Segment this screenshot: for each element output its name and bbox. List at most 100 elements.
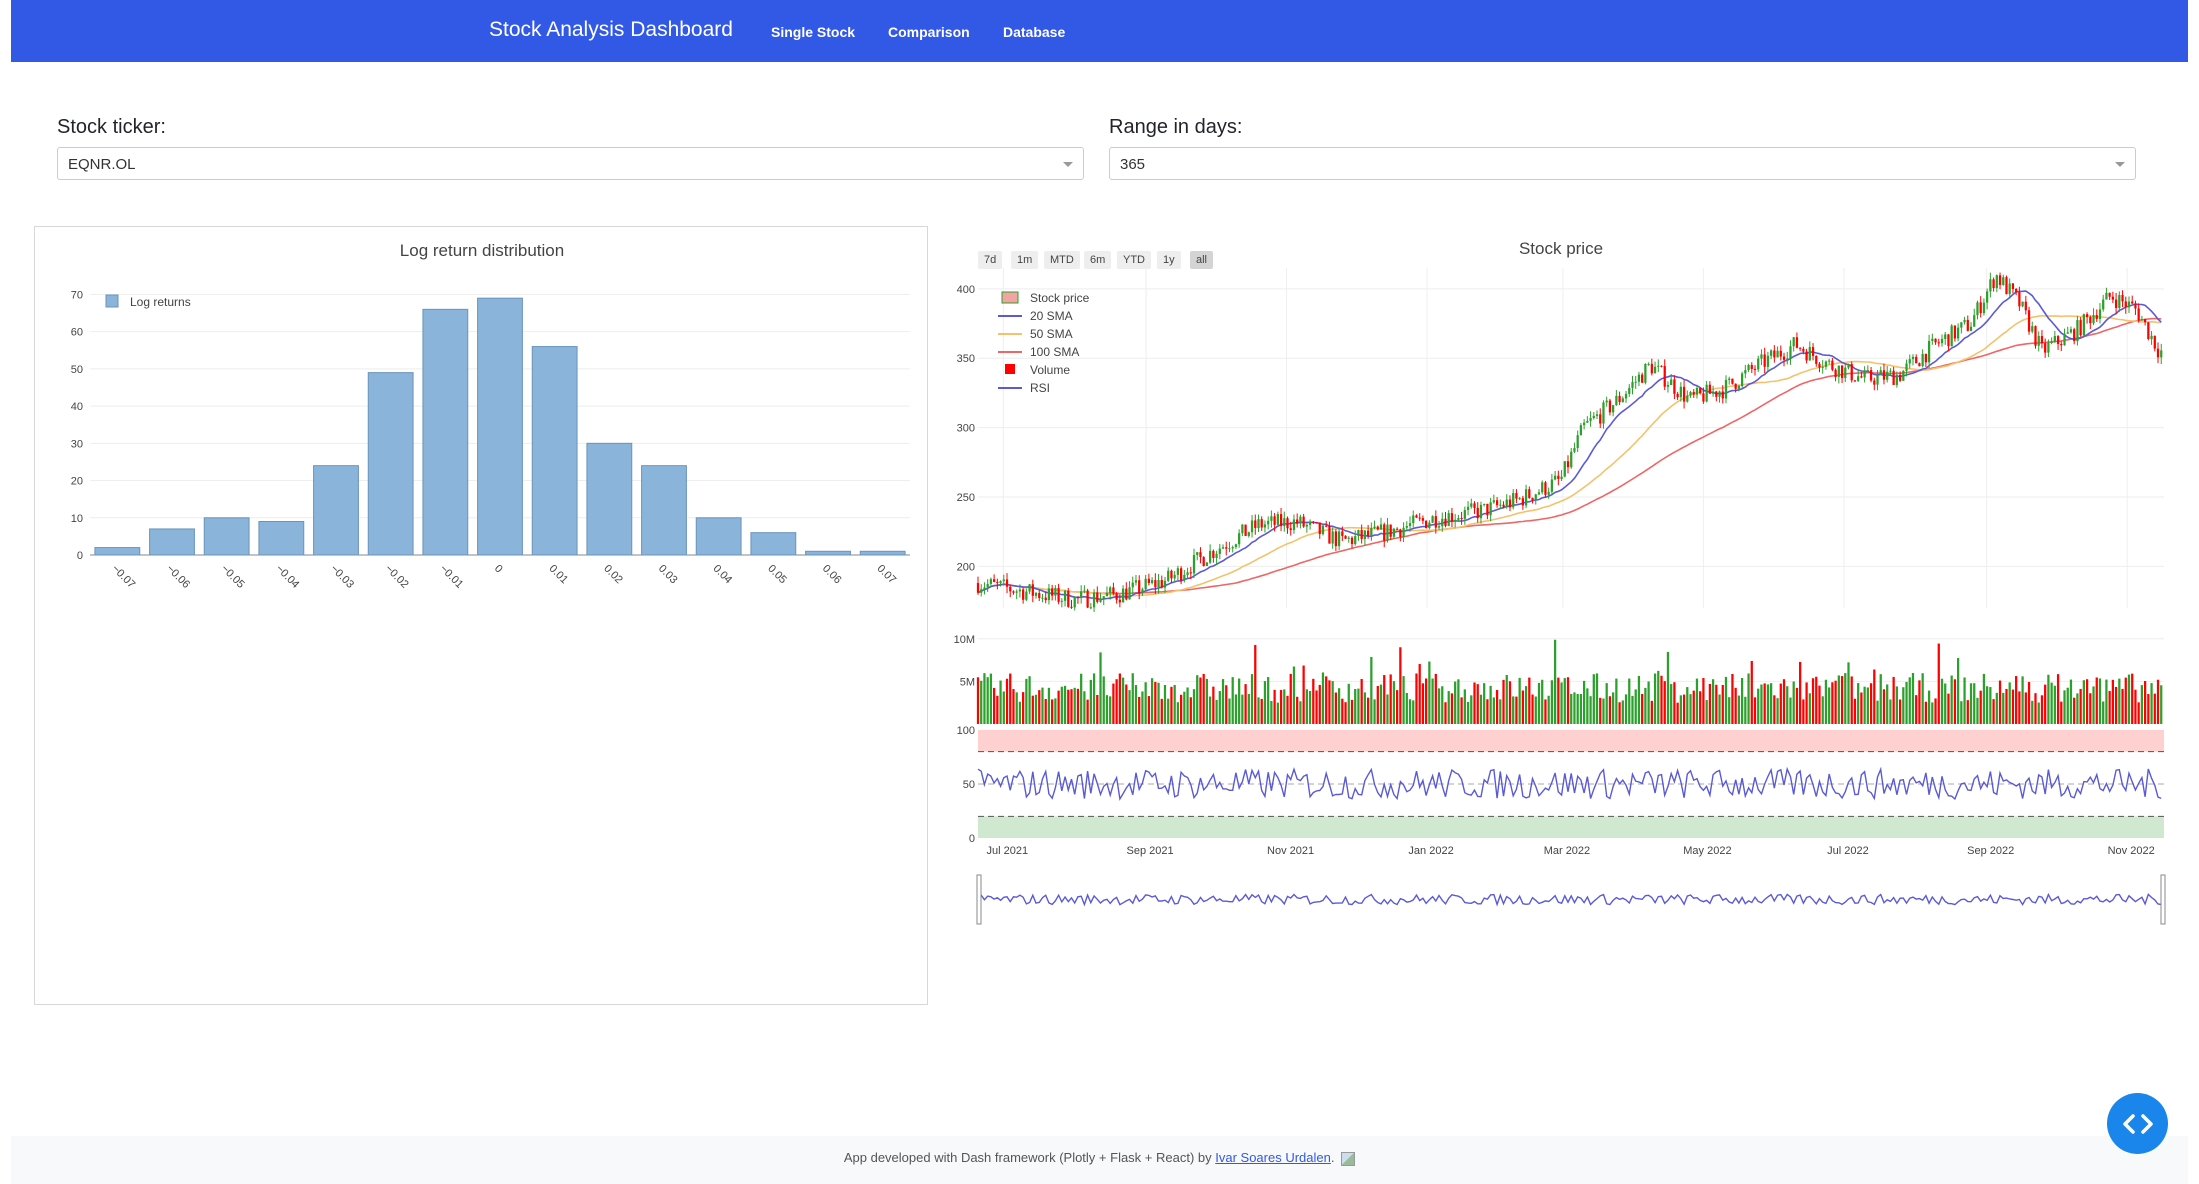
author-link[interactable]: Ivar Soares Urdalen — [1215, 1150, 1331, 1165]
candle-body — [2076, 320, 2079, 342]
volume-bar — [996, 695, 999, 724]
candle-body — [1483, 503, 1486, 505]
candle-body — [1973, 315, 1976, 327]
legend-item[interactable]: Volume — [1030, 363, 1070, 377]
brand-title[interactable]: Stock Analysis Dashboard — [489, 18, 733, 42]
histogram-bar[interactable] — [422, 308, 469, 556]
candle-body — [1831, 360, 1834, 370]
volume-bar — [1205, 678, 1209, 724]
stock-price-chart[interactable]: Stock price 200 250 300 350 400 5M 10M 0 50 100… — [946, 226, 2166, 946]
candle-body — [2027, 310, 2031, 332]
nav-link-database[interactable]: Database — [1003, 24, 1065, 40]
histogram-bar[interactable] — [805, 550, 851, 556]
histogram-bar[interactable] — [695, 517, 742, 556]
range-button-1m[interactable]: 1m — [1011, 251, 1039, 269]
volume-bar — [1192, 689, 1196, 724]
range-slider[interactable] — [976, 874, 2166, 925]
volume-bar — [1428, 661, 1431, 724]
histogram-bar[interactable] — [859, 550, 906, 556]
histogram-bar[interactable] — [258, 521, 305, 556]
nav-link-comparison[interactable]: Comparison — [888, 24, 970, 40]
legend[interactable]: Log returns — [105, 294, 191, 309]
candle-body — [2031, 326, 2034, 332]
candle-body — [1818, 363, 1821, 368]
volume-bar — [1828, 687, 1831, 724]
volume-bar — [1344, 702, 1347, 724]
x-tick-label: May 2022 — [1683, 845, 1731, 857]
volume-bar — [1837, 675, 1840, 724]
volume-bar — [1289, 673, 1292, 724]
volume-bar — [2105, 679, 2108, 724]
volume-bar — [2008, 682, 2011, 724]
candle-body — [1782, 356, 1786, 360]
candle-body — [1866, 370, 1869, 372]
volume-bar — [1795, 687, 1799, 724]
volume-bar — [1531, 694, 1534, 724]
candle-body — [1063, 590, 1067, 601]
volume-bar — [1450, 693, 1454, 724]
legend-item[interactable]: 20 SMA — [1030, 309, 1073, 323]
ticker-dropdown[interactable]: EQNR.OL — [57, 147, 1084, 180]
range-button-1y[interactable]: 1y — [1157, 251, 1181, 269]
histogram-bar[interactable] — [641, 465, 687, 556]
candle-body — [1682, 386, 1686, 402]
histogram-bar[interactable] — [586, 442, 633, 556]
candle-body — [1421, 518, 1425, 521]
range-button-all[interactable]: all — [1190, 251, 1214, 269]
volume-bar — [1070, 689, 1073, 724]
chevron-down-icon[interactable] — [2115, 162, 2125, 167]
y-tick-label: 100 — [957, 725, 975, 737]
volume-bar — [2160, 685, 2163, 724]
legend-item-log-returns[interactable]: Log returns — [130, 295, 191, 309]
volume-bar — [1325, 676, 1328, 724]
range-dropdown[interactable]: 365 — [1109, 147, 2136, 180]
candle-body — [1773, 350, 1776, 358]
slider-handle[interactable] — [976, 874, 982, 925]
candle-body — [1334, 531, 1338, 547]
histogram-bar[interactable] — [149, 528, 195, 556]
legend-item[interactable]: 50 SMA — [1030, 327, 1073, 341]
dev-tools-button[interactable] — [2107, 1093, 2168, 1154]
legend[interactable]: Stock price 20 SMA 50 SMA 100 SMA Volume RSI — [998, 291, 1090, 395]
histogram-bar[interactable] — [750, 532, 797, 556]
volume-bar — [1534, 696, 1537, 724]
range-button-6m[interactable]: 6m — [1084, 251, 1112, 269]
volume-bar — [1505, 675, 1508, 724]
histogram-bar[interactable] — [531, 346, 578, 556]
price-y-ticks: 200 250 300 350 400 — [957, 284, 975, 574]
volume-bar — [1370, 656, 1373, 724]
chevron-down-icon[interactable] — [1063, 162, 1073, 167]
volume-bar — [1276, 702, 1279, 724]
candle-body — [2073, 329, 2076, 342]
range-button-ytd[interactable]: YTD — [1117, 251, 1151, 269]
slider-handle[interactable] — [2160, 874, 2166, 925]
nav-link-single-stock[interactable]: Single Stock — [771, 24, 855, 40]
log-return-chart[interactable]: Log return distribution 010203040506070 … — [35, 227, 929, 1006]
volume-bar — [1457, 679, 1460, 724]
candle-body — [1547, 491, 1550, 495]
range-button-7d[interactable]: 7d — [978, 251, 1003, 269]
candle-body — [2147, 322, 2150, 340]
histogram-bar[interactable] — [313, 465, 359, 556]
volume-bar — [1740, 678, 1744, 724]
volume-bar — [1637, 675, 1641, 724]
volume-bar — [1018, 701, 1022, 724]
candle-body — [1566, 461, 1570, 468]
legend-item[interactable]: 100 SMA — [1030, 345, 1079, 359]
candle-body — [1002, 579, 1005, 582]
candle-body — [1473, 503, 1476, 508]
histogram-bar[interactable] — [367, 372, 414, 556]
candle-body — [1918, 363, 1921, 367]
volume-bar — [1254, 644, 1257, 724]
range-button-mtd[interactable]: MTD — [1044, 251, 1080, 269]
candle-body — [1341, 531, 1344, 536]
legend-item[interactable]: RSI — [1030, 381, 1050, 395]
legend-item[interactable]: Stock price — [1030, 291, 1090, 305]
histogram-bar[interactable] — [94, 547, 141, 556]
histogram-bar[interactable] — [477, 297, 523, 556]
histogram-bar[interactable] — [203, 517, 250, 556]
volume-bar — [1476, 684, 1479, 724]
volume-bar — [1312, 678, 1315, 724]
volume-bar — [1063, 685, 1067, 724]
volume-bar — [1815, 676, 1818, 724]
